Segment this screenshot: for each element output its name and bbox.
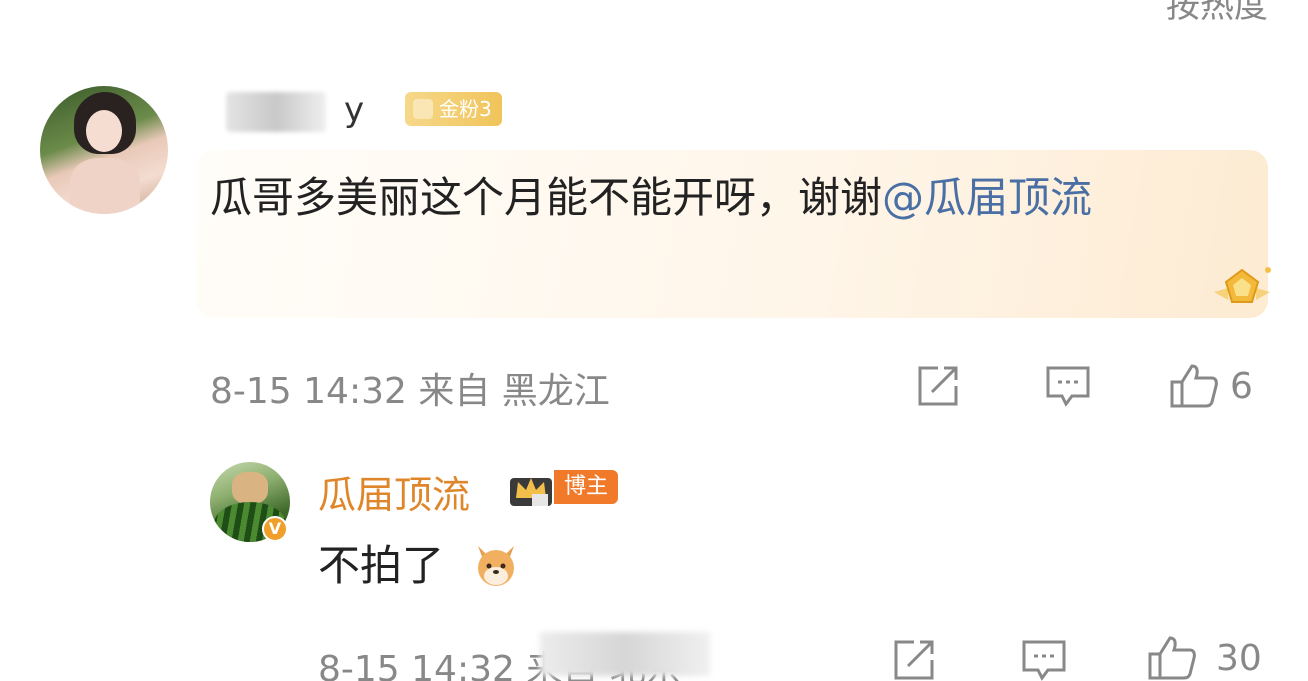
comment-text: 瓜哥多美丽这个月能不能开呀，谢谢@瓜届顶流 — [210, 168, 1250, 228]
reply-like-button[interactable]: 30 — [1146, 634, 1262, 681]
comment-icon — [1022, 640, 1066, 681]
reply-comment-button[interactable] — [1020, 638, 1068, 681]
comment-meta: 8-15 14:32 来自 黑龙江 — [210, 371, 610, 412]
reply-like-count: 30 — [1216, 637, 1262, 679]
forward-icon — [894, 640, 934, 680]
sort-by-hot-label[interactable]: 按热度 — [1166, 0, 1268, 27]
commenter-username[interactable]: y — [344, 90, 365, 130]
author-username[interactable]: 瓜届顶流 — [318, 464, 470, 519]
fan-badge-icon — [413, 99, 433, 119]
comment-body: 瓜哥多美丽这个月能不能开呀，谢谢 — [210, 173, 883, 222]
blurred-location — [540, 632, 710, 676]
reply-text: 不拍了 — [318, 541, 445, 590]
comment-like-button[interactable]: 6 — [1168, 362, 1253, 410]
dog-emoji-icon — [478, 546, 514, 586]
comment-icon — [1046, 366, 1090, 407]
comment-reply-button[interactable] — [1044, 364, 1092, 408]
commenter-avatar[interactable] — [40, 86, 168, 214]
blurred-username — [226, 92, 326, 132]
fan-level-badge: 金粉3 — [405, 92, 502, 126]
comment-forward-button[interactable] — [914, 364, 962, 408]
like-icon — [1170, 364, 1218, 408]
medal-icon — [1214, 267, 1271, 303]
forward-icon — [918, 366, 958, 406]
crown-icon — [510, 478, 552, 506]
verified-badge: V — [262, 516, 288, 542]
host-badge: 博主 — [554, 470, 619, 504]
like-icon — [1148, 636, 1196, 680]
reply-forward-button[interactable] — [890, 638, 938, 681]
comment-like-count: 6 — [1230, 365, 1253, 407]
fan-badge-label: 金粉3 — [439, 97, 492, 121]
mention-link[interactable]: @瓜届顶流 — [882, 173, 1092, 222]
